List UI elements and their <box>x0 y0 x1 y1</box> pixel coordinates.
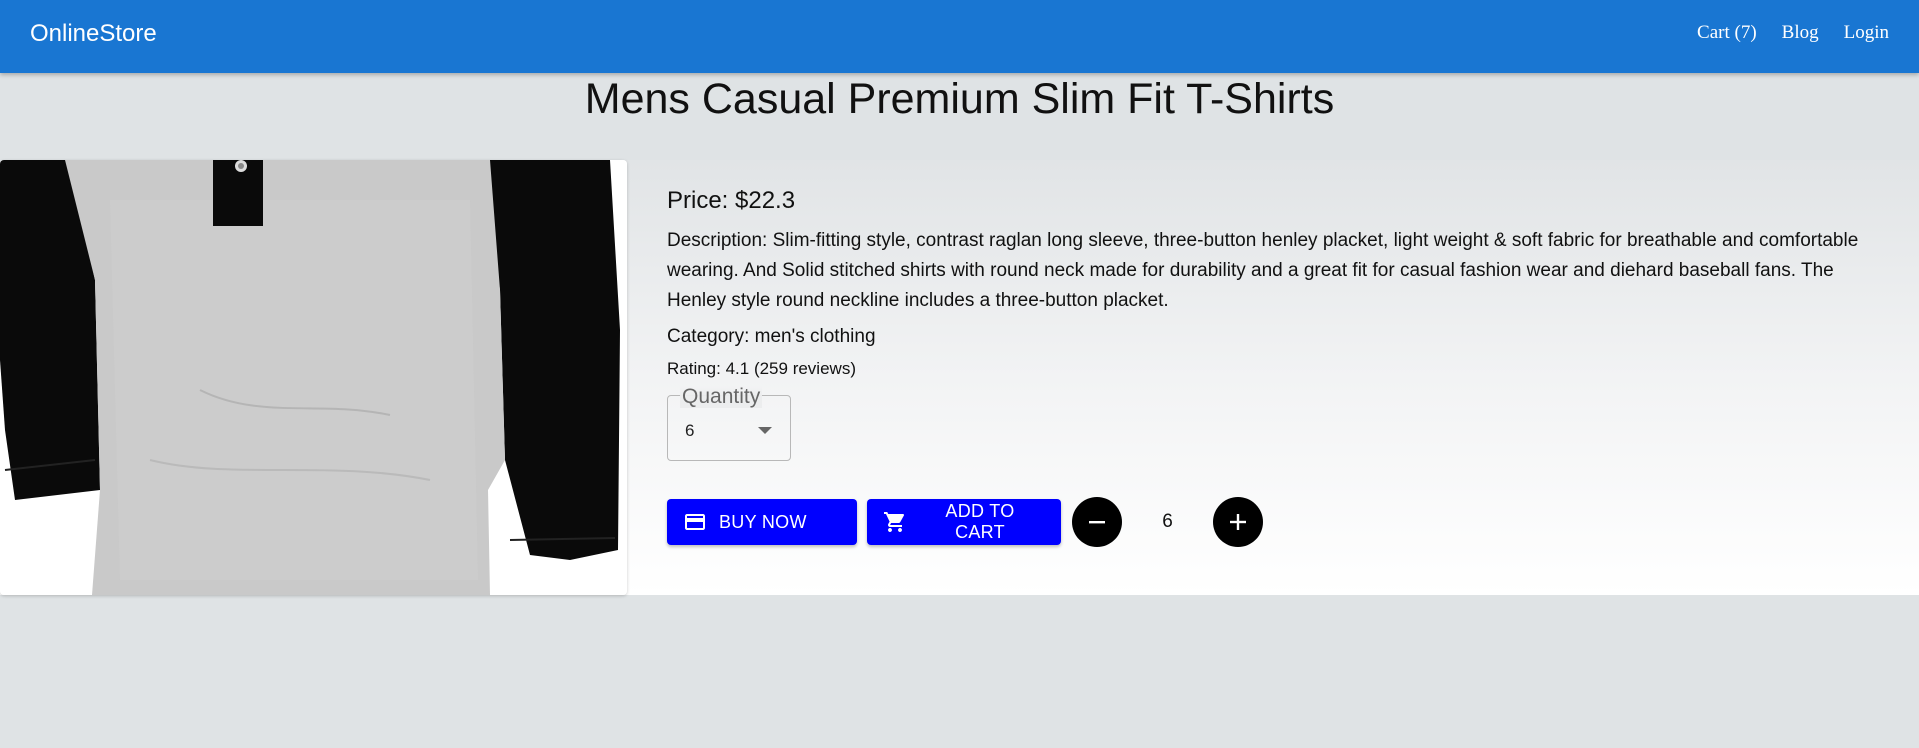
add-to-cart-button[interactable]: ADD TO CART <box>867 499 1061 545</box>
quantity-select-value: 6 <box>685 421 695 440</box>
product-price: Price: $22.3 <box>667 187 796 214</box>
product-category: Category: men's clothing <box>667 326 876 347</box>
product-title: Mens Casual Premium Slim Fit T-Shirts <box>584 75 1335 123</box>
shopping-cart-icon <box>883 510 907 534</box>
credit-card-icon <box>683 510 707 534</box>
buy-now-label: BUY NOW <box>719 511 807 532</box>
product-image <box>0 160 627 595</box>
add-to-cart-label: ADD TO CART <box>945 501 1015 542</box>
decrease-quantity-button[interactable] <box>1072 497 1122 547</box>
product-rating: Rating: 4.1 (259 reviews) <box>667 359 856 378</box>
quantity-count: 6 <box>1162 511 1173 532</box>
product-panel: Price: $22.3 Description: Slim-fitting s… <box>0 160 1919 595</box>
top-nav: Cart (7) Blog Login <box>1697 22 1889 44</box>
minus-icon <box>1089 521 1105 524</box>
increase-quantity-button[interactable] <box>1213 497 1263 547</box>
plus-icon <box>1230 514 1246 530</box>
nav-cart-link[interactable]: Cart (7) <box>1697 22 1757 44</box>
nav-blog-link[interactable]: Blog <box>1782 22 1819 44</box>
quantity-select-label: Quantity <box>680 385 763 408</box>
nav-login-link[interactable]: Login <box>1844 22 1889 44</box>
product-description: Description: Slim-fitting style, contras… <box>667 230 1859 311</box>
tshirt-image <box>0 160 627 595</box>
app-bar: OnlineStore Cart (7) Blog Login <box>0 0 1919 73</box>
buy-now-button[interactable]: BUY NOW <box>667 499 857 545</box>
purchase-actions: BUY NOW ADD TO CART 6 <box>667 497 1263 547</box>
brand-link[interactable]: OnlineStore <box>30 20 157 48</box>
quantity-select[interactable]: Quantity 6 <box>667 386 791 461</box>
caret-down-icon <box>758 427 772 434</box>
product-details: Price: $22.3 Description: Slim-fitting s… <box>667 186 1867 547</box>
